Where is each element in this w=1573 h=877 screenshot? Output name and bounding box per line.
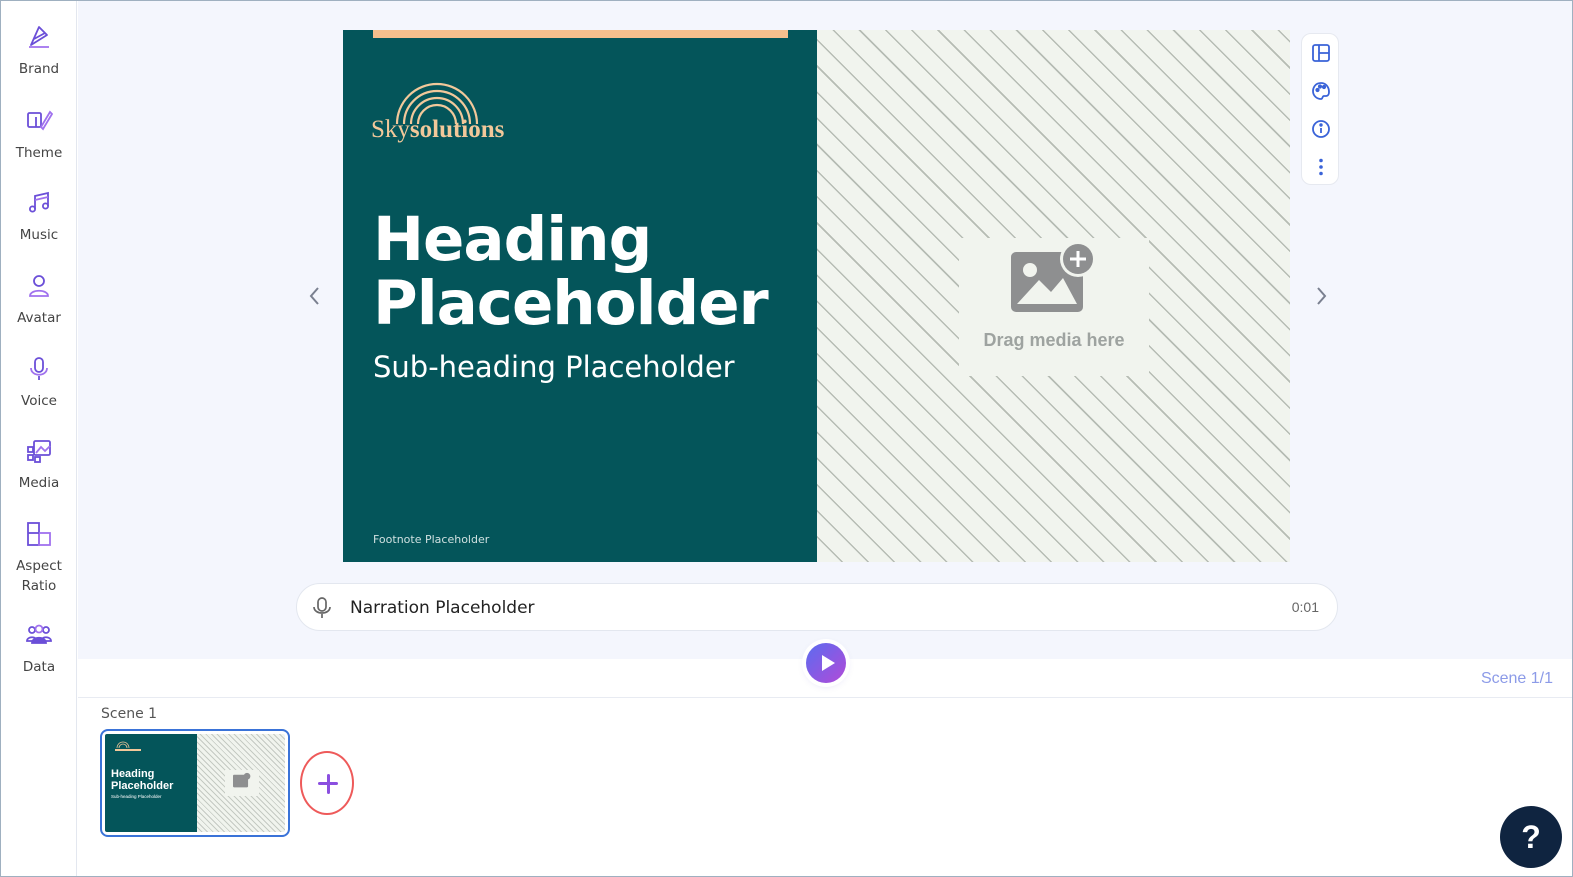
sidebar-item-voice[interactable]: Voice <box>1 355 77 411</box>
slide-subheading[interactable]: Sub-heading Placeholder <box>373 350 735 384</box>
next-scene-arrow-icon[interactable] <box>1311 284 1331 308</box>
play-button[interactable] <box>806 643 846 683</box>
aspect-ratio-icon <box>27 522 51 546</box>
thumb-heading: Heading Placeholder <box>111 768 174 792</box>
microphone-icon[interactable] <box>311 596 333 620</box>
thumb-logo-icon <box>115 741 141 751</box>
slide-text-panel[interactable]: Skysolutions Heading Placeholder Sub-hea… <box>343 30 817 562</box>
drop-media-label: Drag media here <box>983 330 1125 350</box>
thumb-media-panel <box>197 734 285 832</box>
theme-icon <box>27 110 53 131</box>
thumb-add-image-icon <box>233 772 251 788</box>
sidebar-item-theme[interactable]: Theme <box>1 107 77 163</box>
palette-icon[interactable] <box>1310 80 1332 102</box>
sidebar-item-label: Data <box>22 659 56 675</box>
accent-bar <box>373 30 788 38</box>
music-icon <box>29 191 49 213</box>
slide-canvas[interactable]: Skysolutions Heading Placeholder Sub-hea… <box>343 30 1290 562</box>
sidebar-item-label: Music <box>19 227 59 243</box>
slide-heading-line2: Placeholder <box>373 268 769 339</box>
previous-scene-arrow-icon[interactable] <box>305 284 325 308</box>
brand-icon <box>29 26 49 48</box>
sidebar-item-media[interactable]: Media <box>1 437 77 493</box>
media-drop-zone[interactable]: Drag media here <box>817 30 1290 562</box>
more-vertical-icon[interactable] <box>1310 156 1332 178</box>
thumb-text-panel: Heading Placeholder Sub-heading Placehol… <box>105 734 197 832</box>
sidebar-item-brand[interactable]: Brand <box>1 23 77 79</box>
layout-icon[interactable] <box>1310 42 1332 64</box>
help-button[interactable]: ? <box>1500 806 1562 868</box>
scene-editor: Skysolutions Heading Placeholder Sub-hea… <box>78 1 1572 659</box>
sidebar-item-label: Voice <box>21 393 57 409</box>
sidebar-item-avatar[interactable]: Avatar <box>1 272 77 328</box>
logo-text-bold: solutions <box>409 116 505 143</box>
media-drop-target[interactable]: Drag media here <box>959 238 1149 376</box>
add-image-icon <box>1011 241 1096 312</box>
thumb-subheading: Sub-heading Placeholder <box>111 794 162 799</box>
sidebar-item-label: Brand <box>18 61 60 77</box>
slide-heading-line1: Heading <box>373 204 652 275</box>
narration-text[interactable]: Narration Placeholder <box>350 598 535 618</box>
left-sidebar: Brand Theme Music Avatar Voice Media Asp… <box>1 1 77 876</box>
scene-counter: Scene 1/1 <box>1480 670 1553 687</box>
slide-toolbar <box>1301 33 1339 185</box>
timeline-divider <box>78 697 1572 698</box>
avatar-icon <box>29 275 49 297</box>
sidebar-item-aspect-ratio[interactable]: Aspect Ratio <box>1 520 77 596</box>
sidebar-item-label: Avatar <box>17 310 61 326</box>
slide-heading[interactable]: Heading Placeholder <box>373 204 769 339</box>
scene-label: Scene 1 <box>101 706 158 722</box>
sidebar-item-music[interactable]: Music <box>1 189 77 245</box>
slide-footnote[interactable]: Footnote Placeholder <box>373 533 489 546</box>
microphone-icon <box>30 357 48 380</box>
sidebar-item-label: Media <box>18 475 60 491</box>
sidebar-item-data[interactable]: Data <box>1 621 77 677</box>
narration-bar[interactable]: Narration Placeholder 0:01 <box>296 583 1338 631</box>
info-icon[interactable] <box>1310 118 1332 140</box>
media-icon <box>27 440 51 463</box>
logo-text-light: Sky <box>371 116 410 143</box>
company-logo[interactable]: Skysolutions <box>371 78 541 148</box>
scene-thumbnail[interactable]: Heading Placeholder Sub-heading Placehol… <box>100 729 290 837</box>
sidebar-item-label: Aspect Ratio <box>16 558 62 594</box>
sidebar-item-label: Theme <box>15 145 63 161</box>
narration-duration: 0:01 <box>1291 599 1319 615</box>
data-icon <box>26 624 52 644</box>
add-scene-button[interactable] <box>300 751 354 815</box>
